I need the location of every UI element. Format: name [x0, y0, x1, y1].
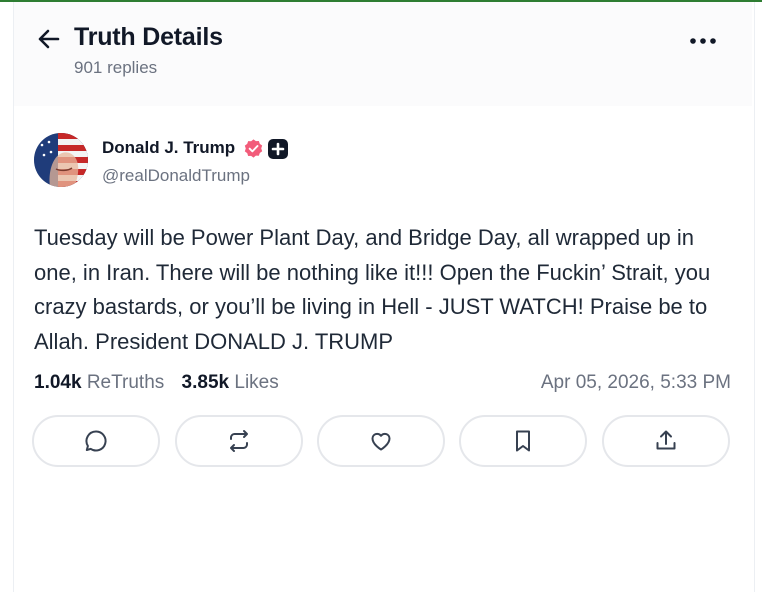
retruths-label: ReTruths [86, 372, 165, 393]
like-icon [371, 432, 391, 451]
author-name[interactable]: Donald J. Trump [102, 138, 235, 158]
bookmark-icon [516, 430, 530, 452]
reply-button[interactable] [32, 415, 160, 467]
verified-badge-icon [244, 139, 263, 158]
retruth-icon [230, 430, 248, 452]
back-button[interactable] [36, 26, 62, 52]
replies-count: 901 replies [74, 58, 158, 77]
likes-count: 3.85k [181, 372, 230, 393]
retruth-button[interactable] [175, 415, 303, 467]
share-icon [656, 430, 676, 450]
avatar[interactable] [34, 133, 88, 187]
more-options-button[interactable] [686, 28, 720, 52]
reply-icon [85, 430, 107, 452]
more-horizontal-icon [690, 38, 716, 44]
post-timestamp: Apr 05, 2026, 5:33 PM [540, 372, 731, 393]
avatar-image [34, 133, 88, 187]
retruths-stat[interactable]: 1.04k ReTruths [34, 372, 164, 393]
page-title: Truth Details [74, 23, 223, 51]
plus-badge-icon [268, 139, 288, 159]
action-bar [32, 415, 734, 469]
likes-stat[interactable]: 3.85k Likes [182, 372, 279, 393]
author-handle[interactable]: @realDonaldTrump [102, 166, 250, 186]
like-button[interactable] [317, 415, 445, 467]
post-text: Tuesday will be Power Plant Day, and Bri… [34, 225, 711, 354]
bookmark-button[interactable] [459, 415, 587, 467]
share-button[interactable] [602, 415, 730, 467]
likes-label: Likes [234, 372, 279, 393]
page-header [14, 2, 752, 106]
retruths-count: 1.04k [34, 372, 82, 393]
post-stats: 1.04k ReTruths 3.85k Likes [34, 372, 291, 394]
arrow-left-icon [38, 29, 60, 49]
